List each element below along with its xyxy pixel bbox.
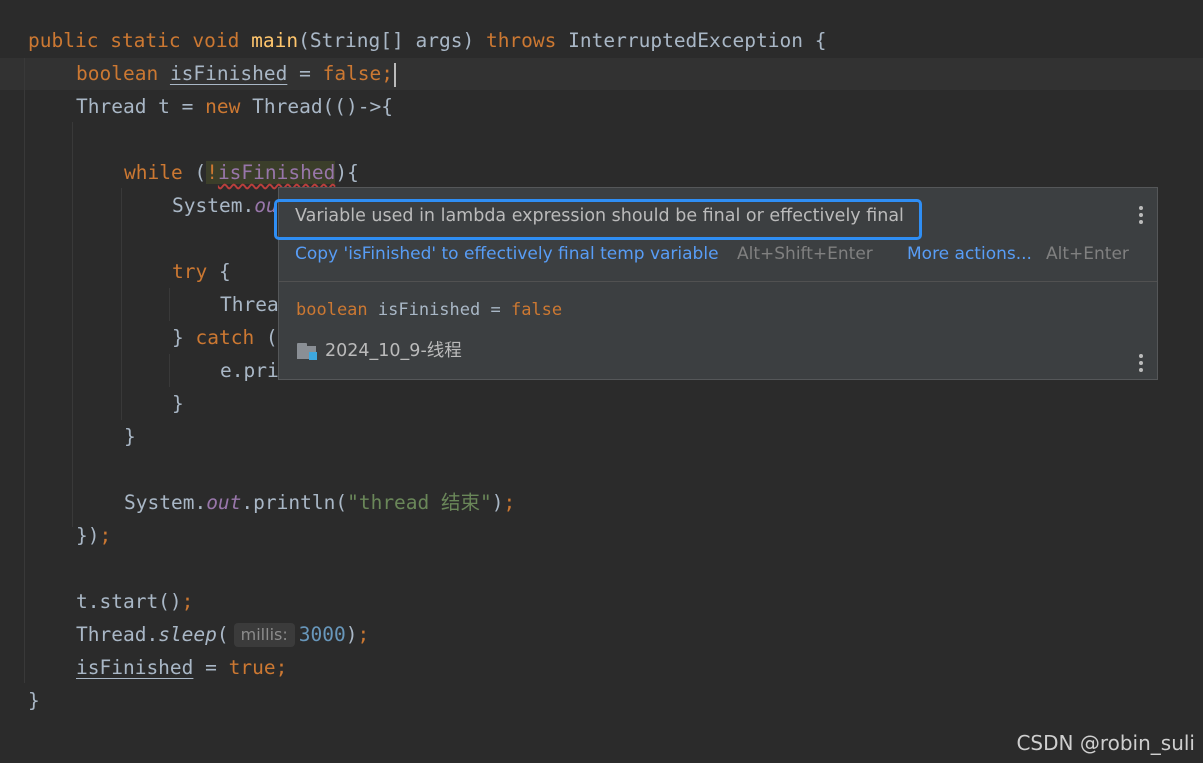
- code-text: (: [182, 161, 207, 184]
- code-line: Thread.sleep(millis: 3000);: [76, 618, 369, 651]
- semicolon: ;: [99, 524, 112, 547]
- code-text: }): [76, 524, 100, 547]
- code-text: ): [345, 623, 358, 646]
- keyword: void: [192, 29, 240, 52]
- error-message: Variable used in lambda expression shoul…: [295, 206, 904, 226]
- code-line: try {: [172, 255, 231, 288]
- parameter-hint: millis:: [233, 623, 295, 647]
- code-text: }: [172, 392, 184, 415]
- indent-guide: [121, 188, 122, 420]
- keyword: false: [510, 300, 563, 320]
- error-highlight[interactable]: !isFinished: [206, 161, 336, 184]
- keyword: catch: [195, 326, 255, 349]
- code-text: Thread.: [76, 623, 159, 646]
- watermark: CSDN @robin_suli: [1016, 731, 1195, 755]
- code-text: InterruptedException {: [568, 29, 827, 52]
- static-method: sleep: [158, 623, 217, 646]
- code-line: boolean isFinished = false;: [76, 57, 397, 90]
- module-name: 2024_10_9-线程: [325, 341, 462, 361]
- popup-error-section: Variable used in lambda expression shoul…: [274, 188, 1157, 281]
- semicolon: ;: [381, 62, 394, 85]
- variable-isfinished-error[interactable]: isFinished: [218, 161, 335, 184]
- code-text: {: [207, 260, 231, 283]
- code-line: System.ou: [172, 189, 278, 222]
- code-text: System.: [124, 491, 207, 514]
- error-tooltip-popup: Variable used in lambda expression shoul…: [274, 187, 1158, 380]
- code-text: Thread t =: [76, 95, 206, 118]
- code-text: System.: [172, 194, 255, 217]
- code-line: Threa: [220, 288, 279, 321]
- more-options-icon[interactable]: [1133, 204, 1149, 226]
- code-text: (String[] args): [298, 29, 475, 52]
- code-text: t.start(): [76, 590, 182, 613]
- declaration-preview: boolean isFinished = false: [296, 300, 562, 320]
- code-text: }: [28, 689, 40, 712]
- code-editor[interactable]: public static void main(String[] args) t…: [0, 0, 1203, 763]
- code-text: }: [124, 425, 136, 448]
- method-name: main: [251, 29, 299, 52]
- text-caret: [394, 62, 397, 87]
- code-text: (: [254, 326, 278, 349]
- variable-isfinished[interactable]: isFinished: [76, 656, 193, 679]
- code-text: =: [193, 656, 229, 679]
- keyword: new: [205, 95, 241, 118]
- number-literal: 3000: [298, 623, 346, 646]
- code-line: t.start();: [76, 585, 193, 618]
- keyword: boolean: [296, 300, 368, 320]
- static-field: out: [206, 491, 242, 514]
- code-line: public static void main(String[] args) t…: [28, 24, 826, 57]
- code-text: Thread(()->{: [240, 95, 393, 118]
- variable-isfinished[interactable]: isFinished: [170, 62, 287, 85]
- code-line: while (!isFinished){: [124, 156, 359, 189]
- semicolon: ;: [503, 491, 516, 514]
- code-text: e.pri: [220, 359, 279, 382]
- semicolon: ;: [181, 590, 194, 613]
- keyword: try: [172, 260, 208, 283]
- keyword: throws: [485, 29, 557, 52]
- code-line: });: [76, 519, 111, 552]
- module-folder-icon: [296, 340, 318, 360]
- quick-fix-copy-variable-link[interactable]: Copy 'isFinished' to effectively final t…: [295, 244, 719, 264]
- keyword: static: [110, 29, 181, 52]
- code-line: } catch (: [172, 321, 278, 354]
- code-text: ): [491, 491, 504, 514]
- more-actions-link[interactable]: More actions...: [907, 244, 1032, 264]
- keyword: public: [28, 29, 99, 52]
- keyword: while: [124, 161, 183, 184]
- code-line: }: [28, 684, 40, 717]
- indent-guide: [169, 288, 170, 321]
- more-actions-shortcut: Alt+Enter: [1046, 244, 1129, 264]
- string-literal: "thread 结束": [347, 491, 492, 514]
- keyword: boolean: [76, 62, 159, 85]
- code-text: (: [216, 623, 229, 646]
- declaration-name: isFinished =: [367, 300, 511, 320]
- indent-guide: [169, 354, 170, 387]
- code-line: e.pri: [220, 354, 279, 387]
- code-line: }: [172, 387, 184, 420]
- keyword: false: [322, 62, 382, 85]
- quick-fix-shortcut: Alt+Shift+Enter: [737, 244, 873, 264]
- semicolon: ;: [357, 623, 370, 646]
- code-line: System.out.println("thread 结束");: [124, 486, 515, 519]
- code-text: Threa: [220, 293, 279, 316]
- code-text: }: [172, 326, 196, 349]
- indent-guide: [24, 58, 25, 683]
- indent-guide: [72, 122, 73, 527]
- code-line: isFinished = true;: [76, 651, 287, 684]
- code-text: .println(: [241, 491, 348, 514]
- code-text: ){: [335, 161, 359, 184]
- not-operator: !: [206, 161, 218, 184]
- keyword: true: [228, 656, 276, 679]
- code-text: =: [287, 62, 323, 85]
- popup-divider: [279, 281, 1157, 282]
- semicolon: ;: [275, 656, 288, 679]
- more-options-icon[interactable]: [1133, 352, 1149, 374]
- module-link[interactable]: 2024_10_9-线程: [296, 337, 462, 362]
- code-line: }: [124, 420, 136, 453]
- code-line: Thread t = new Thread(()->{: [76, 90, 393, 123]
